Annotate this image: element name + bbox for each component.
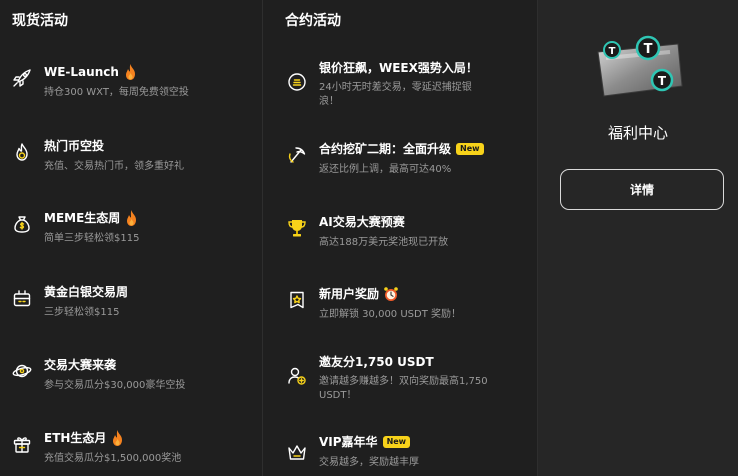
spot-item-desc: 三步轻松领$115 (44, 307, 120, 318)
alarm-clock-icon (383, 286, 399, 302)
spot-activities-panel: 现货活动 WE-Launch 持仓300 WXT，每周免费领空投 热门币空投 充… (0, 0, 263, 476)
gift-icon (12, 434, 32, 454)
svg-text:T: T (658, 74, 667, 88)
futures-section-title: 合约活动 (285, 13, 341, 29)
futures-item-title: AI交易大赛预赛 (319, 215, 405, 229)
coin-flame-icon (12, 142, 32, 162)
coin-stack-icon (287, 72, 307, 92)
invite-user-icon (287, 366, 307, 386)
spot-item-title: 热门币空投 (44, 139, 105, 153)
futures-item-invite-friends[interactable]: 邀友分1,750 USDT 邀请越多赚越多！双向奖励最高1,750 USDT！ (263, 354, 537, 403)
new-badge: New (456, 143, 484, 155)
reward-card-icon (287, 290, 307, 310)
svg-text:T: T (609, 46, 616, 57)
futures-item-desc: 交易越多，奖励越丰厚 (319, 457, 419, 468)
futures-item-title: 新用户奖励 (319, 287, 380, 301)
spot-item-desc: 充值交易瓜分$1,500,000奖池 (44, 453, 182, 464)
futures-item-vip-carnival[interactable]: VIP嘉年华 New 交易越多，奖励越丰厚 (263, 434, 537, 470)
trophy-icon (287, 218, 307, 238)
futures-item-desc: 24小时无时差交易，零延迟捕捉银浪！ (319, 82, 472, 107)
futures-item-desc: 高达188万美元奖池现已开放 (319, 237, 449, 248)
spot-item-desc: 充值、交易热门币，领多重好礼 (44, 161, 184, 172)
pickaxe-icon (287, 145, 307, 165)
planet-icon (12, 361, 32, 381)
money-bag-icon (12, 214, 32, 234)
futures-item-title: 银价狂飙，WEEX强势入局！ (319, 61, 478, 75)
futures-item-new-user-reward[interactable]: 新用户奖励 立即解锁 30,000 USDT 奖励！ (263, 286, 537, 322)
futures-item-title: VIP嘉年华 (319, 435, 378, 449)
tether-token-illustration: T T T (592, 34, 686, 102)
fire-icon (125, 210, 138, 226)
spot-item-gold-silver-week[interactable]: 黄金白银交易周 三步轻松领$115 (0, 284, 262, 320)
spot-item-desc: 持仓300 WXT，每周免费领空投 (44, 87, 189, 98)
spot-item-title: 黄金白银交易周 (44, 285, 129, 299)
spot-item-title: WE-Launch (44, 65, 119, 79)
spot-item-title: MEME生态周 (44, 211, 121, 225)
spot-section-title: 现货活动 (12, 13, 68, 29)
spot-item-trading-contest[interactable]: 交易大赛来袭 参与交易瓜分$30,000豪华空投 (0, 357, 262, 393)
fire-icon (111, 430, 124, 446)
spot-item-we-launch[interactable]: WE-Launch 持仓300 WXT，每周免费领空投 (0, 64, 262, 100)
futures-item-desc: 返还比例上调，最高可达40% (319, 164, 452, 175)
welfare-center-title: 福利中心 (607, 124, 668, 142)
spot-item-hot-airdrop[interactable]: 热门币空投 充值、交易热门币，领多重好礼 (0, 138, 262, 174)
spot-item-title: ETH生态月 (44, 431, 107, 445)
spot-item-meme-week[interactable]: MEME生态周 简单三步轻松领$115 (0, 210, 262, 246)
futures-item-title: 邀友分1,750 USDT (319, 355, 434, 369)
futures-item-silver-surge[interactable]: 银价狂飙，WEEX强势入局！ 24小时无时差交易，零延迟捕捉银浪！ (263, 60, 537, 109)
rocket-icon (12, 68, 32, 88)
spot-item-eth-month[interactable]: ETH生态月 充值交易瓜分$1,500,000奖池 (0, 430, 262, 466)
futures-item-desc: 立即解锁 30,000 USDT 奖励！ (319, 309, 462, 320)
spot-item-desc: 参与交易瓜分$30,000豪华空投 (44, 380, 186, 391)
gift-box-icon (12, 288, 32, 308)
spot-item-title: 交易大赛来袭 (44, 358, 117, 372)
futures-item-title: 合约挖矿二期：全面升级 (319, 142, 452, 156)
futures-item-mining[interactable]: 合约挖矿二期：全面升级 New 返还比例上调，最高可达40% (263, 141, 537, 177)
futures-item-desc: 邀请越多赚越多！双向奖励最高1,750 USDT！ (319, 376, 488, 401)
new-badge: New (382, 436, 411, 448)
spot-item-desc: 简单三步轻松领$115 (44, 233, 140, 244)
svg-text:T: T (644, 42, 653, 57)
futures-activities-panel: 合约活动 银价狂飙，WEEX强势入局！ 24小时无时差交易，零延迟捕捉银浪！ 合… (263, 0, 538, 476)
crown-icon (287, 442, 307, 462)
details-button[interactable]: 详情 (560, 169, 724, 210)
futures-item-ai-contest[interactable]: AI交易大赛预赛 高达188万美元奖池现已开放 (263, 214, 537, 250)
fire-icon (124, 64, 137, 80)
